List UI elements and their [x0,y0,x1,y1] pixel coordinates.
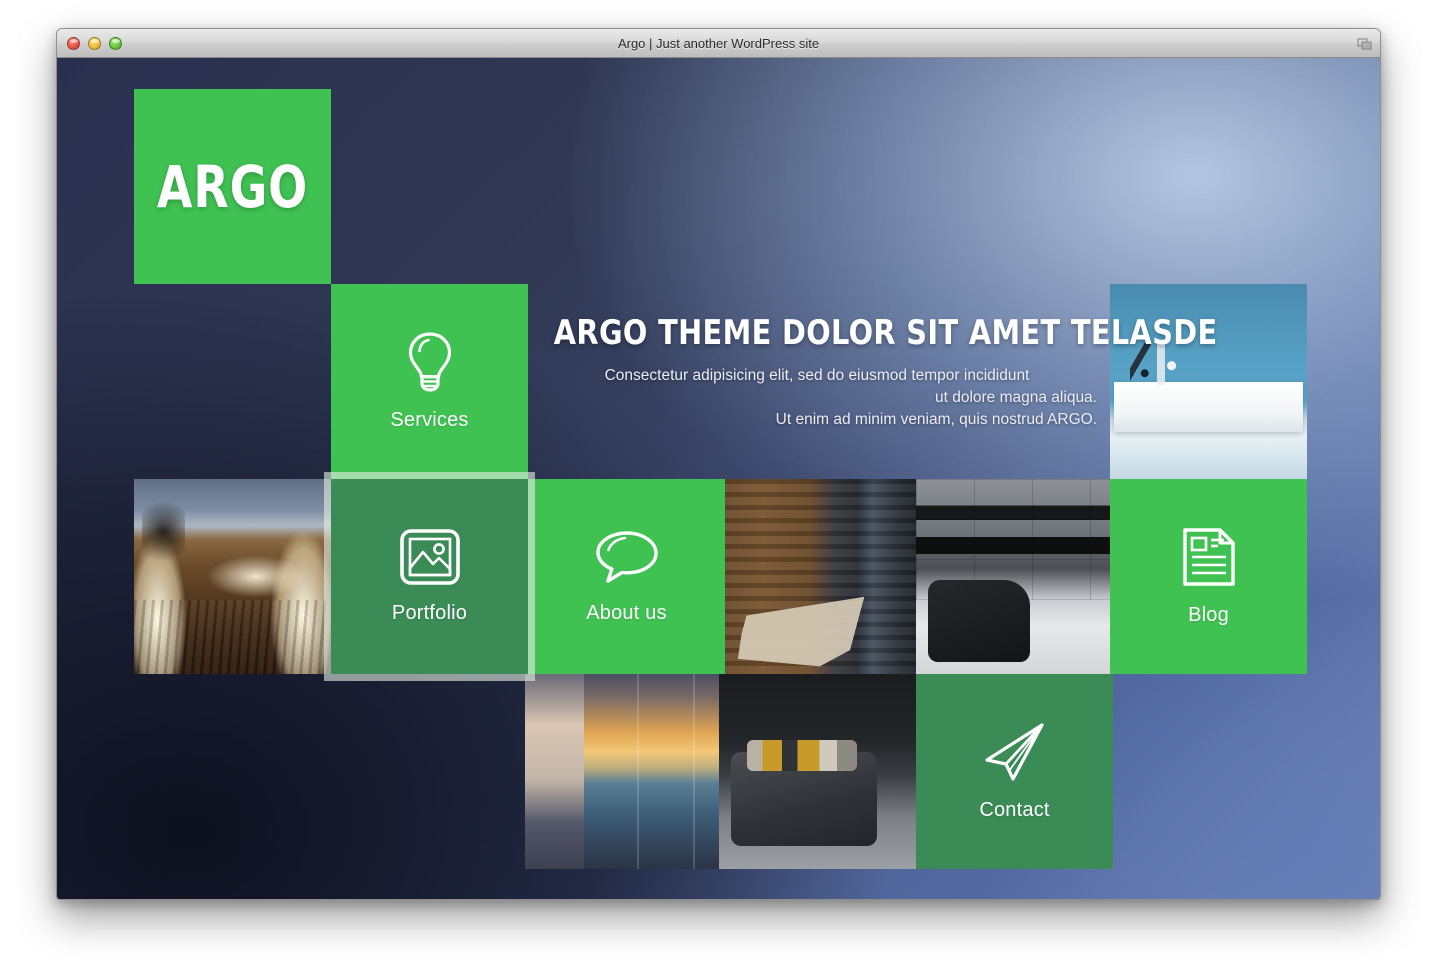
logo-tile[interactable]: ARGO [134,89,331,284]
zoom-button[interactable] [109,36,122,50]
resize-handle-icon[interactable] [1357,36,1372,51]
paper-plane-icon [982,721,1048,783]
window-controls [67,36,122,50]
window-title: Argo | Just another WordPress site [617,35,820,51]
hero-block: ARGO THEME DOLOR SIT AMET TELASDE Consec… [537,313,1218,431]
browser-window: Argo | Just another WordPress site ARGO … [56,28,1381,900]
title-bar[interactable]: Argo | Just another WordPress site [57,29,1380,58]
hero-line-2: ut dolore magna aliqua. [934,389,1097,406]
nav-tile-services[interactable]: Services [331,284,528,479]
logo-text: ARGO [156,152,309,221]
close-button[interactable] [67,36,80,50]
photo-tile-darkroom[interactable] [916,479,1113,674]
hero-title: ARGO THEME DOLOR SIT AMET TELASDE [553,313,1218,353]
nav-tile-label-contact: Contact [979,799,1050,821]
nav-tile-label-services: Services [390,409,469,431]
nav-tile-portfolio[interactable]: Portfolio [331,479,528,674]
speech-bubble-icon [594,528,660,586]
hero-line-3: Ut enim ad minim veniam, quis nostrud AR… [775,411,1097,428]
image-icon [399,528,461,586]
nav-tile-contact[interactable]: Contact [916,674,1113,869]
photo-tile-sunset[interactable] [525,674,722,869]
hero-line-1: Consectetur adipisicing elit, sed do eiu… [604,367,1030,384]
photo-tile-terrace[interactable] [134,479,331,674]
nav-tile-label-portfolio: Portfolio [391,602,468,624]
nav-tile-about-us[interactable]: About us [528,479,725,674]
photo-tile-sofa[interactable] [719,674,916,869]
nav-tile-blog[interactable]: Blog [1110,479,1307,674]
photo-tile-wood[interactable] [719,479,916,674]
site-viewport: ARGO ARGO THEME DOLOR SIT AMET TELASDE C… [57,58,1380,899]
nav-tile-label-blog: Blog [1188,604,1229,626]
nav-tile-label-about-us: About us [586,602,667,624]
lightbulb-icon [403,331,457,393]
article-icon [1180,526,1238,588]
minimize-button[interactable] [88,36,101,50]
